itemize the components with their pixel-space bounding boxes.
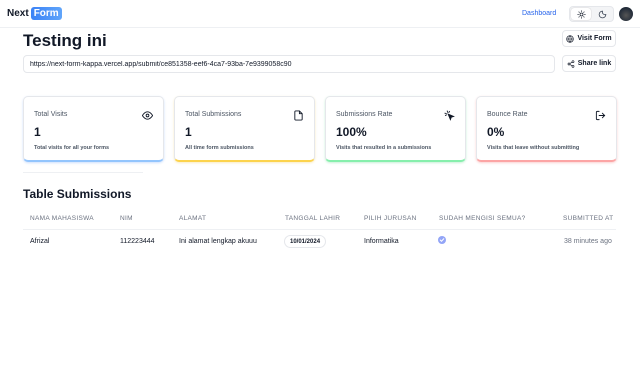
stat-help: All time form submissions (185, 145, 254, 151)
stat-card-bounce-rate: Bounce Rate 0% Visits that leave without… (476, 96, 617, 162)
globe-icon (566, 34, 575, 43)
column-header-tanggal-lahir[interactable]: TANGGAL LAHIR (285, 215, 340, 222)
column-header-nim[interactable]: NIM (120, 215, 133, 222)
cell-jurusan: Informatika (364, 238, 399, 245)
column-header-submitted-at[interactable]: SUBMITTED AT (563, 215, 613, 222)
theme-toggle (569, 6, 614, 22)
cell-nama: Afrizal (30, 238, 50, 245)
stat-label: Total Visits (34, 111, 68, 118)
visit-form-button[interactable]: Visit Form (562, 30, 616, 47)
cursor-click-icon (444, 110, 455, 121)
column-header-alamat[interactable]: ALAMAT (179, 215, 206, 222)
dark-theme-button[interactable] (592, 8, 612, 20)
stat-label: Submissions Rate (336, 111, 393, 118)
cell-submitted-at: 38 minutes ago (564, 238, 612, 245)
stat-label: Total Submissions (185, 111, 242, 118)
logo-badge: Form (30, 7, 62, 20)
stat-label: Bounce Rate (487, 111, 528, 118)
moon-icon (598, 10, 606, 18)
column-header-sudah[interactable]: SUDAH MENGISI SEMUA? (439, 215, 526, 222)
stat-value: 100% (336, 125, 367, 139)
sun-icon (576, 9, 586, 19)
exit-icon (595, 110, 606, 121)
cell-tanggal-badge: 10/01/2024 (284, 235, 327, 248)
light-theme-button[interactable] (571, 8, 591, 20)
eye-icon (142, 111, 153, 120)
cell-alamat: Ini alamat lengkap akuuu (179, 238, 257, 245)
table-header-divider (23, 229, 616, 230)
check-icon (439, 238, 445, 242)
column-header-jurusan[interactable]: PILIH JURUSAN (364, 215, 417, 222)
logo[interactable]: Next Form (7, 7, 62, 20)
stat-help: Visits that resulted in a submissions (336, 145, 432, 151)
share-link-label: Share link (577, 60, 612, 67)
stat-card-submissions-rate: Submissions Rate 100% Visits that result… (325, 96, 466, 162)
cell-nim: 112223444 (120, 238, 155, 245)
divider (23, 172, 143, 173)
checkbox-checked (438, 236, 446, 244)
stat-card-total-submissions: Total Submissions 1 All time form submis… (174, 96, 315, 162)
top-navbar: Next Form Dashboard (0, 0, 640, 28)
stat-value: 1 (34, 125, 41, 139)
dashboard-link[interactable]: Dashboard (522, 10, 556, 17)
visit-form-label: Visit Form (577, 35, 612, 42)
share-icon (567, 59, 575, 68)
stat-value: 1 (185, 125, 192, 139)
share-link-button[interactable]: Share link (562, 55, 616, 72)
avatar[interactable] (619, 7, 633, 21)
share-url-input[interactable] (23, 55, 555, 73)
stat-help: Visits that leave without submitting (487, 145, 580, 151)
page-title: Testing ini (23, 31, 107, 50)
stat-value: 0% (487, 125, 505, 139)
stat-card-total-visits: Total Visits 1 Total visits for all your… (23, 96, 164, 162)
file-icon (294, 110, 303, 121)
stat-help: Total visits for all your forms (34, 145, 110, 151)
column-header-nama[interactable]: NAMA MAHASISWA (30, 215, 94, 222)
table-title: Table Submissions (23, 187, 132, 201)
logo-prefix: Next (7, 8, 29, 19)
